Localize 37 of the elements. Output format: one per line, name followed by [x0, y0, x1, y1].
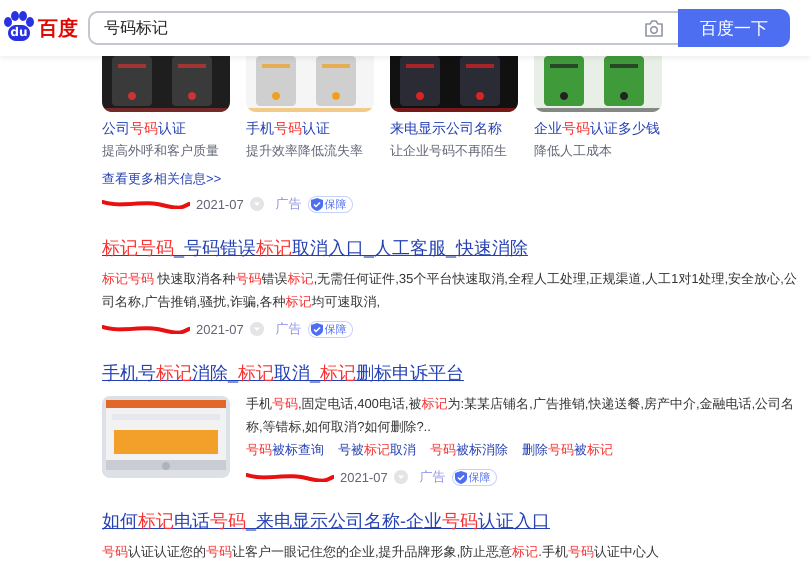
- result-description: 手机号码,固定电话,400电话,被标记为:某某店铺名,广告推销,快递送餐,房产中介,金融电话,公司名称,等错标,如何取消?如何删除?..: [246, 395, 796, 436]
- related-link[interactable]: 删除号码被标记: [522, 438, 613, 461]
- dropdown-icon[interactable]: [250, 197, 264, 211]
- logo-text[interactable]: 百度: [38, 14, 78, 42]
- shield-icon: [310, 198, 323, 210]
- dropdown-icon[interactable]: [250, 322, 264, 336]
- related-link[interactable]: 号被标记取消: [338, 438, 416, 461]
- shield-icon: [454, 470, 467, 484]
- logo-mark[interactable]: du: [8, 25, 30, 41]
- guarantee-badge[interactable]: 保障: [308, 320, 353, 338]
- paw-icon: [2, 11, 36, 27]
- card-title[interactable]: 手机号码认证: [246, 120, 374, 138]
- card-subtitle: 提升效率降低流失率: [246, 142, 364, 160]
- card-subtitle: 提高外呼和客户质量: [102, 142, 220, 160]
- related-link[interactable]: 号码被标消除: [430, 438, 508, 461]
- card-title[interactable]: 企业号码认证多少钱: [534, 120, 662, 138]
- more-info-link[interactable]: 查看更多相关信息>>: [102, 170, 222, 188]
- related-link[interactable]: 号码被标查询: [246, 438, 324, 461]
- camera-icon[interactable]: [644, 20, 664, 36]
- guarantee-badge[interactable]: 保障: [308, 196, 353, 212]
- search-field[interactable]: 号码标记: [88, 11, 678, 45]
- search-button[interactable]: 百度一下: [678, 9, 790, 47]
- card-subtitle: 让企业号码不再陌生: [390, 142, 508, 160]
- card-title[interactable]: 来电显示公司名称: [390, 120, 518, 138]
- shield-icon: [310, 322, 323, 336]
- result-description: 标记号码 快速取消各种号码错误标记,无需任何证件,35个平台快速取消,全程人工处理,正规渠道,人工1对1处理,安全放心,公司名称,广告推销,骚扰,诈骗,各种标记均可速取消,: [102, 270, 798, 311]
- result-date: 2021-07: [196, 322, 244, 336]
- ad-label: 广告: [276, 195, 302, 213]
- card-title[interactable]: 公司号码认证: [102, 120, 230, 138]
- result-description: 号码认证认证您的号码让客户一眼记住您的企业,提升品牌形象,防止恶意标记.手机号码认证中心人: [102, 543, 659, 561]
- result-date: 2021-07: [340, 470, 388, 484]
- ad-label: 广告: [276, 320, 302, 338]
- guarantee-badge[interactable]: 保障: [452, 468, 497, 486]
- dropdown-icon[interactable]: [394, 470, 408, 484]
- result-date: 2021-07: [196, 196, 244, 212]
- card-subtitle: 降低人工成本: [534, 142, 613, 160]
- ad-label: 广告: [420, 468, 446, 486]
